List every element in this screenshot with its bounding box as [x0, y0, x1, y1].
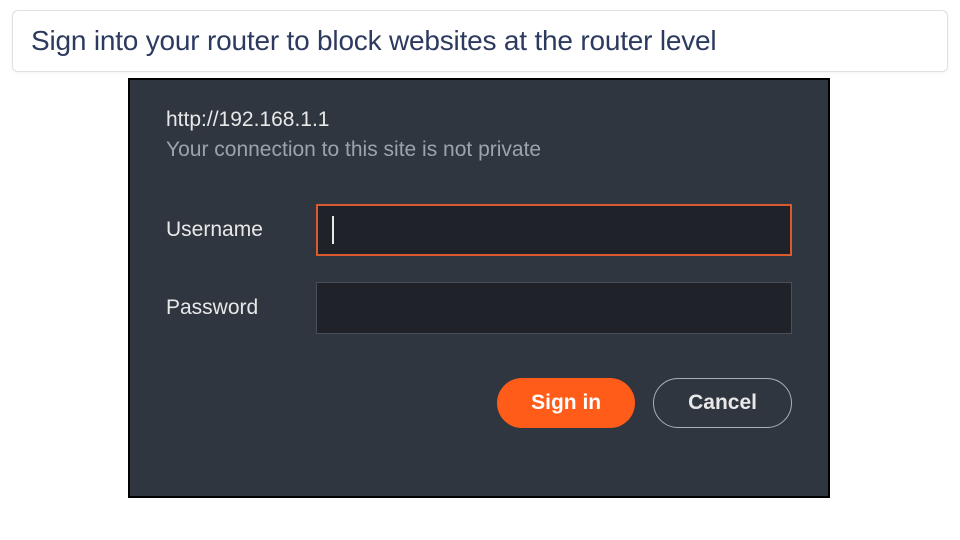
auth-dialog: http://192.168.1.1 Your connection to th…	[128, 78, 830, 498]
username-input[interactable]	[316, 204, 792, 256]
password-row: Password	[166, 282, 792, 334]
password-input[interactable]	[316, 282, 792, 334]
username-row: Username	[166, 204, 792, 256]
privacy-warning: Your connection to this site is not priv…	[166, 138, 792, 162]
username-label: Username	[166, 218, 316, 242]
instruction-caption-text: Sign into your router to block websites …	[31, 25, 929, 57]
instruction-caption: Sign into your router to block websites …	[12, 10, 948, 72]
cancel-button[interactable]: Cancel	[653, 378, 792, 428]
dialog-url: http://192.168.1.1	[166, 108, 792, 132]
dialog-button-row: Sign in Cancel	[166, 378, 792, 428]
password-label: Password	[166, 296, 316, 320]
signin-button[interactable]: Sign in	[497, 378, 635, 428]
text-cursor-icon	[332, 216, 334, 244]
